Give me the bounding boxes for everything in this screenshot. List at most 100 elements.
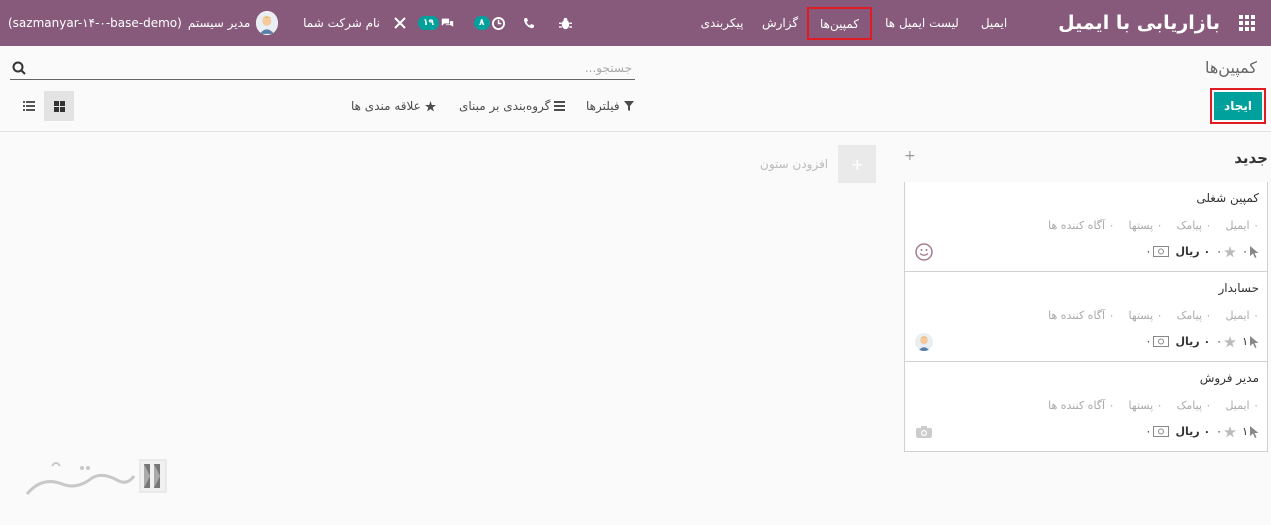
menu-campaigns[interactable]: کمپین‌ها bbox=[807, 7, 872, 40]
stat-posts: ۰ پستها bbox=[1128, 399, 1163, 412]
camera-placeholder-icon bbox=[915, 423, 933, 441]
money-count: ۰ bbox=[1145, 425, 1152, 438]
database-name: (sazmanyar-۱۴-۰-base-demo) bbox=[8, 16, 182, 30]
groupby-label: گروه‌بندی بر مبنای bbox=[459, 99, 551, 113]
filters-dropdown[interactable]: فیلترها bbox=[586, 98, 634, 114]
clicks-count: ۱ bbox=[1242, 335, 1248, 348]
revenue: ۰ ریال bbox=[1175, 425, 1211, 438]
groupby-dropdown[interactable]: گروه‌بندی بر مبنای bbox=[459, 98, 566, 114]
kanban-card[interactable]: حسابدار ۰ ایمیل ۰ پیامک ۰ پستها ۰ آگاه ک… bbox=[904, 272, 1268, 362]
view-switcher bbox=[14, 91, 74, 121]
filter-funnel-icon bbox=[623, 101, 634, 111]
star-icon bbox=[1224, 335, 1237, 347]
revenue: ۰ ریال bbox=[1175, 245, 1211, 258]
card-footer: ۱ ۰ ۰ ریال ۰ bbox=[1146, 425, 1259, 438]
stat-push: ۰ آگاه کننده ها bbox=[1048, 309, 1115, 322]
money-icon bbox=[1153, 336, 1170, 347]
clicks: ۱ bbox=[1242, 335, 1259, 348]
clicks-count: ۱ bbox=[1242, 425, 1248, 438]
cursor-icon bbox=[1250, 335, 1259, 348]
search-icon[interactable] bbox=[12, 61, 26, 75]
favorites-dropdown[interactable]: علاقه مندی ها bbox=[351, 98, 436, 114]
column-header: جدید + bbox=[904, 142, 1268, 182]
phone-icon[interactable] bbox=[520, 0, 538, 46]
card-title: کمپین شغلی bbox=[1196, 191, 1259, 205]
user-name: مدیر سیستم bbox=[187, 16, 251, 30]
top-navbar: بازاریابی با ایمیل ایمیل لیست ایمیل ها ک… bbox=[0, 0, 1271, 46]
card-title: مدیر فروش bbox=[1199, 371, 1259, 385]
stars: ۰ bbox=[1216, 245, 1237, 258]
tools-close-icon[interactable] bbox=[392, 0, 408, 46]
breadcrumb: کمپین‌ها bbox=[1204, 58, 1257, 77]
add-column-label: افزودن ستون bbox=[760, 157, 829, 171]
filters-label: فیلترها bbox=[586, 99, 620, 113]
clicks: ۱ bbox=[1242, 425, 1259, 438]
card-stats: ۰ ایمیل ۰ پیامک ۰ پستها ۰ آگاه کننده ها bbox=[1048, 219, 1259, 232]
stat-email: ۰ ایمیل bbox=[1225, 309, 1259, 322]
stat-sms: ۰ پیامک bbox=[1176, 219, 1212, 232]
kanban-card[interactable]: کمپین شغلی ۰ ایمیل ۰ پیامک ۰ پستها ۰ آگا… bbox=[904, 182, 1268, 272]
card-stats: ۰ ایمیل ۰ پیامک ۰ پستها ۰ آگاه کننده ها bbox=[1048, 399, 1259, 412]
stat-sms: ۰ پیامک bbox=[1176, 309, 1212, 322]
stat-email: ۰ ایمیل bbox=[1225, 219, 1259, 232]
star-icon bbox=[1224, 425, 1237, 437]
money: ۰ bbox=[1146, 245, 1170, 258]
chat-icon bbox=[441, 18, 454, 27]
messages-button[interactable]: ۱۹ bbox=[418, 0, 454, 46]
user-avatar bbox=[915, 333, 933, 351]
control-panel: کمپین‌ها ایجاد فیلترها گروه‌بندی بر مبنا… bbox=[0, 46, 1271, 132]
smiley-icon bbox=[915, 243, 933, 261]
card-footer: ۰ ۰ ۰ ریال ۰ bbox=[1146, 245, 1259, 258]
add-column[interactable]: افزودن ستون + bbox=[760, 145, 877, 183]
user-menu[interactable]: (sazmanyar-۱۴-۰-base-demo) مدیر سیستم bbox=[8, 0, 278, 46]
favorites-label: علاقه مندی ها bbox=[351, 99, 421, 113]
star-icon bbox=[1224, 245, 1237, 257]
stars: ۰ bbox=[1216, 425, 1237, 438]
cursor-icon bbox=[1250, 425, 1259, 438]
menu-reporting[interactable]: گزارش bbox=[758, 0, 802, 46]
money-icon bbox=[1153, 246, 1170, 257]
kanban-view-icon[interactable] bbox=[44, 91, 74, 121]
column-title: جدید bbox=[1234, 149, 1268, 167]
menu-email[interactable]: ایمیل bbox=[976, 0, 1012, 46]
kanban-card[interactable]: مدیر فروش ۰ ایمیل ۰ پیامک ۰ پستها ۰ آگاه… bbox=[904, 362, 1268, 452]
search-bar bbox=[10, 58, 635, 80]
app-title[interactable]: بازاریابی با ایمیل bbox=[1040, 0, 1220, 46]
stars-count: ۰ bbox=[1216, 245, 1223, 258]
money: ۰ bbox=[1146, 425, 1170, 438]
stat-email: ۰ ایمیل bbox=[1225, 399, 1259, 412]
card-footer: ۱ ۰ ۰ ریال ۰ bbox=[1146, 335, 1259, 348]
watermark-logo bbox=[22, 456, 172, 500]
stat-push: ۰ آگاه کننده ها bbox=[1048, 219, 1115, 232]
money-count: ۰ bbox=[1145, 335, 1152, 348]
menu-mailing-lists[interactable]: لیست ایمیل ها bbox=[880, 0, 964, 46]
activity-clock-button[interactable]: ۸ bbox=[474, 0, 506, 46]
clock-icon bbox=[491, 16, 505, 30]
quick-create-plus-icon[interactable]: + bbox=[904, 148, 916, 164]
search-input[interactable] bbox=[32, 58, 632, 78]
create-button-highlight: ایجاد bbox=[1210, 88, 1266, 124]
stat-sms: ۰ پیامک bbox=[1176, 399, 1212, 412]
company-switcher[interactable]: نام شرکت شما bbox=[300, 0, 380, 46]
message-count-badge: ۱۹ bbox=[418, 16, 439, 30]
clicks: ۰ bbox=[1242, 245, 1259, 258]
user-avatar bbox=[256, 11, 278, 35]
card-title: حسابدار bbox=[1218, 281, 1259, 295]
money-count: ۰ bbox=[1145, 245, 1152, 258]
kanban-column-new: جدید + کمپین شغلی ۰ ایمیل ۰ پیامک ۰ پسته… bbox=[904, 142, 1268, 452]
debug-bug-icon[interactable] bbox=[556, 0, 574, 46]
stars-count: ۰ bbox=[1216, 425, 1223, 438]
activity-count-badge: ۸ bbox=[474, 16, 490, 30]
card-stats: ۰ ایمیل ۰ پیامک ۰ پستها ۰ آگاه کننده ها bbox=[1048, 309, 1259, 322]
star-icon bbox=[424, 100, 436, 111]
stat-posts: ۰ پستها bbox=[1128, 219, 1163, 232]
create-button[interactable]: ایجاد bbox=[1214, 92, 1262, 120]
list-view-icon[interactable] bbox=[14, 91, 44, 121]
apps-menu-icon[interactable] bbox=[1234, 0, 1260, 46]
money: ۰ bbox=[1146, 335, 1170, 348]
add-column-plus-icon[interactable]: + bbox=[838, 145, 877, 183]
list-bars-icon bbox=[554, 101, 566, 111]
menu-configuration[interactable]: پیکربندی bbox=[694, 0, 750, 46]
stars-count: ۰ bbox=[1216, 335, 1223, 348]
clicks-count: ۰ bbox=[1242, 245, 1248, 258]
